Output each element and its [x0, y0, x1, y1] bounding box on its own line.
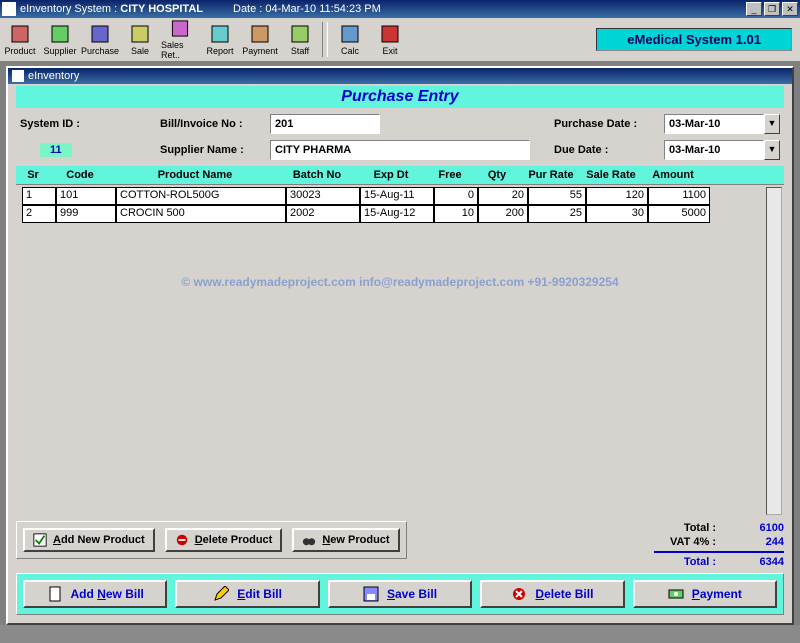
app-titlebar: eInventory System : CITY HOSPITAL Date :…: [0, 0, 800, 18]
toolbar-supplier-button[interactable]: Supplier: [40, 18, 80, 61]
minimize-button[interactable]: _: [746, 2, 762, 16]
child-window: eInventory Purchase Entry System ID : Bi…: [6, 66, 794, 625]
payment-icon: [668, 586, 684, 602]
toolbar-exit-button[interactable]: Exit: [370, 18, 410, 61]
bill-no-label: Bill/Invoice No :: [160, 118, 270, 130]
table-row[interactable]: 2999CROCIN 500200215-Aug-121020025305000: [22, 205, 764, 223]
chevron-down-icon[interactable]: ▼: [764, 114, 780, 134]
close-button[interactable]: ✕: [782, 2, 798, 16]
delete-bill-button[interactable]: Delete Bill: [480, 580, 624, 608]
toolbar-report-button[interactable]: Report: [200, 18, 240, 61]
delete-icon: [175, 533, 189, 547]
payment-button[interactable]: Payment: [633, 580, 777, 608]
delete-product-button[interactable]: Delete Product: [165, 528, 283, 552]
app-title: eInventory System : CITY HOSPITAL: [20, 3, 203, 15]
save-bill-button[interactable]: Save Bill: [328, 580, 472, 608]
child-title: eInventory: [28, 70, 79, 82]
bill-no-input[interactable]: [270, 114, 380, 134]
toolbar-staff-button[interactable]: Staff: [280, 18, 320, 61]
main-toolbar: ProductSupplierPurchaseSaleSales Ret..Re…: [0, 18, 800, 62]
due-date-label: Due Date :: [554, 144, 664, 156]
edit-icon: [213, 586, 229, 602]
checkbox-icon: [33, 533, 47, 547]
new-product-button[interactable]: New Product: [292, 528, 399, 552]
toolbar-icon: [130, 24, 150, 44]
toolbar-payment-button[interactable]: Payment: [240, 18, 280, 61]
toolbar-sale-button[interactable]: Sale: [120, 18, 160, 61]
edit-bill-button[interactable]: Edit Bill: [175, 580, 319, 608]
toolbar-sales-ret--button[interactable]: Sales Ret..: [160, 18, 200, 61]
add-new-bill-button[interactable]: Add New Bill: [23, 580, 167, 608]
mdi-area: eInventory Purchase Entry System ID : Bi…: [0, 62, 800, 625]
child-icon: [12, 70, 24, 82]
titlebar-date: Date : 04-Mar-10 11:54:23 PM: [233, 3, 381, 15]
toolbar-product-button[interactable]: Product: [0, 18, 40, 61]
grid-scrollbar[interactable]: [766, 187, 782, 515]
toolbar-calc-button[interactable]: Calc: [330, 18, 370, 61]
toolbar-icon: [380, 24, 400, 44]
system-id-label: System ID :: [20, 118, 80, 130]
watermark: © www.readymadeproject.com info@readymad…: [16, 275, 784, 289]
toolbar-purchase-button[interactable]: Purchase: [80, 18, 120, 61]
toolbar-icon: [170, 19, 190, 38]
purchase-date-combo[interactable]: ▼: [664, 114, 780, 134]
status-bar: [0, 625, 800, 643]
toolbar-icon: [340, 24, 360, 44]
bottom-actions: Add New Bill Edit Bill Save Bill Delete …: [16, 573, 784, 615]
grid-header: Sr Code Product Name Batch No Exp Dt Fre…: [16, 166, 784, 184]
chevron-down-icon[interactable]: ▼: [764, 140, 780, 160]
table-row[interactable]: 1101COTTON-ROL500G3002315-Aug-1102055120…: [22, 187, 764, 205]
supplier-input[interactable]: [270, 140, 530, 160]
maximize-button[interactable]: ❐: [764, 2, 780, 16]
totals-panel: Total :6100 VAT 4% :244 Total :6344: [654, 521, 784, 569]
toolbar-icon: [50, 24, 70, 44]
child-titlebar: eInventory: [8, 68, 792, 84]
system-id-value: 11: [40, 143, 72, 157]
brand-label: eMedical System 1.01: [596, 28, 792, 51]
due-date-combo[interactable]: ▼: [664, 140, 780, 160]
page-title: Purchase Entry: [16, 86, 784, 108]
purchase-date-label: Purchase Date :: [554, 118, 664, 130]
app-icon: [2, 2, 16, 16]
toolbar-icon: [210, 24, 230, 44]
toolbar-icon: [10, 24, 30, 44]
binoculars-icon: [302, 533, 316, 547]
supplier-label: Supplier Name :: [160, 144, 270, 156]
save-icon: [363, 586, 379, 602]
toolbar-icon: [90, 24, 110, 44]
toolbar-icon: [290, 24, 310, 44]
add-new-product-button[interactable]: AAdd New Productdd New Product: [23, 528, 155, 552]
trash-icon: [511, 586, 527, 602]
grid-area: 1101COTTON-ROL500G3002315-Aug-1102055120…: [16, 184, 784, 517]
toolbar-icon: [250, 24, 270, 44]
document-icon: [47, 586, 63, 602]
